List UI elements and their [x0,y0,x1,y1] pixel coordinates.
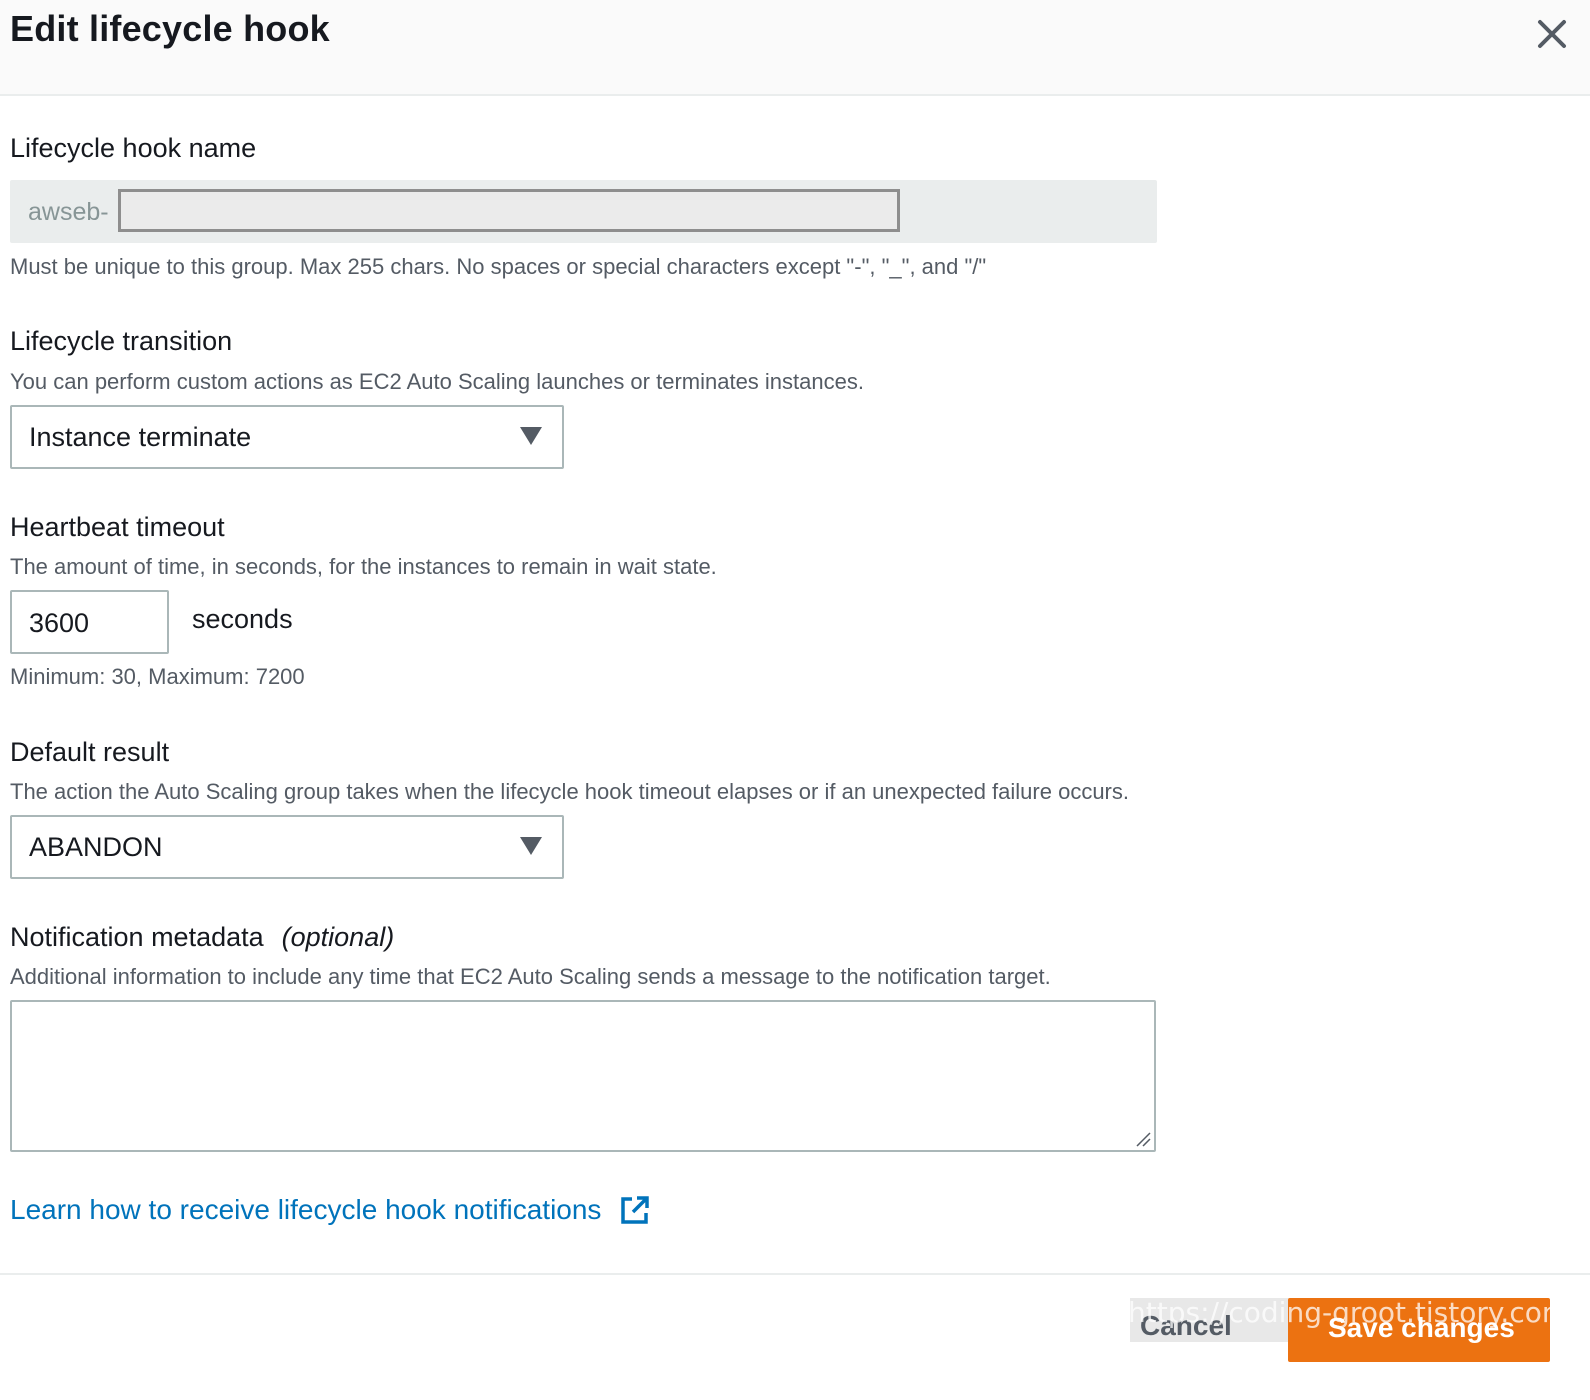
redacted-value [118,189,900,232]
modal-header: Edit lifecycle hook [0,0,1590,96]
hook-name-prefix: awseb- [28,198,109,226]
hook-name-input: awseb- [10,180,1157,243]
heartbeat-label: Heartbeat timeout [10,512,225,542]
transition-description: You can perform custom actions as EC2 Au… [10,369,864,394]
heartbeat-hint: Minimum: 30, Maximum: 7200 [10,664,305,689]
heartbeat-value: 3600 [29,608,90,638]
transition-selected-value: Instance terminate [29,422,252,452]
close-icon[interactable] [1532,14,1572,54]
learn-more-link[interactable]: Learn how to receive lifecycle hook noti… [10,1194,601,1226]
save-changes-button[interactable]: Save changes [1288,1298,1550,1362]
cancel-button[interactable]: Cancel [1140,1310,1232,1342]
hook-name-label: Lifecycle hook name [10,133,257,163]
modal-title: Edit lifecycle hook [10,8,330,49]
hook-name-hint: Must be unique to this group. Max 255 ch… [10,254,987,279]
metadata-textarea[interactable] [10,1000,1156,1152]
transition-select[interactable]: Instance terminate [10,405,564,469]
optional-tag: (optional) [281,922,395,952]
default-result-label: Default result [10,737,170,767]
external-link-icon[interactable] [620,1195,650,1225]
heartbeat-unit: seconds [192,604,293,634]
resize-handle-icon[interactable] [1135,1131,1151,1147]
default-result-selected-value: ABANDON [29,832,163,862]
metadata-description: Additional information to include any ti… [10,964,1051,989]
heartbeat-description: The amount of time, in seconds, for the … [10,554,717,579]
default-result-select[interactable]: ABANDON [10,815,564,879]
caret-down-icon [520,427,542,445]
footer-divider [0,1273,1590,1275]
caret-down-icon [520,837,542,855]
metadata-label-row: Notification metadata (optional) [10,922,394,953]
save-changes-label: Save changes [1328,1312,1515,1343]
default-result-description: The action the Auto Scaling group takes … [10,779,1129,804]
heartbeat-input[interactable]: 3600 [10,590,169,654]
metadata-label: Notification metadata [10,922,264,952]
transition-label: Lifecycle transition [10,326,233,356]
